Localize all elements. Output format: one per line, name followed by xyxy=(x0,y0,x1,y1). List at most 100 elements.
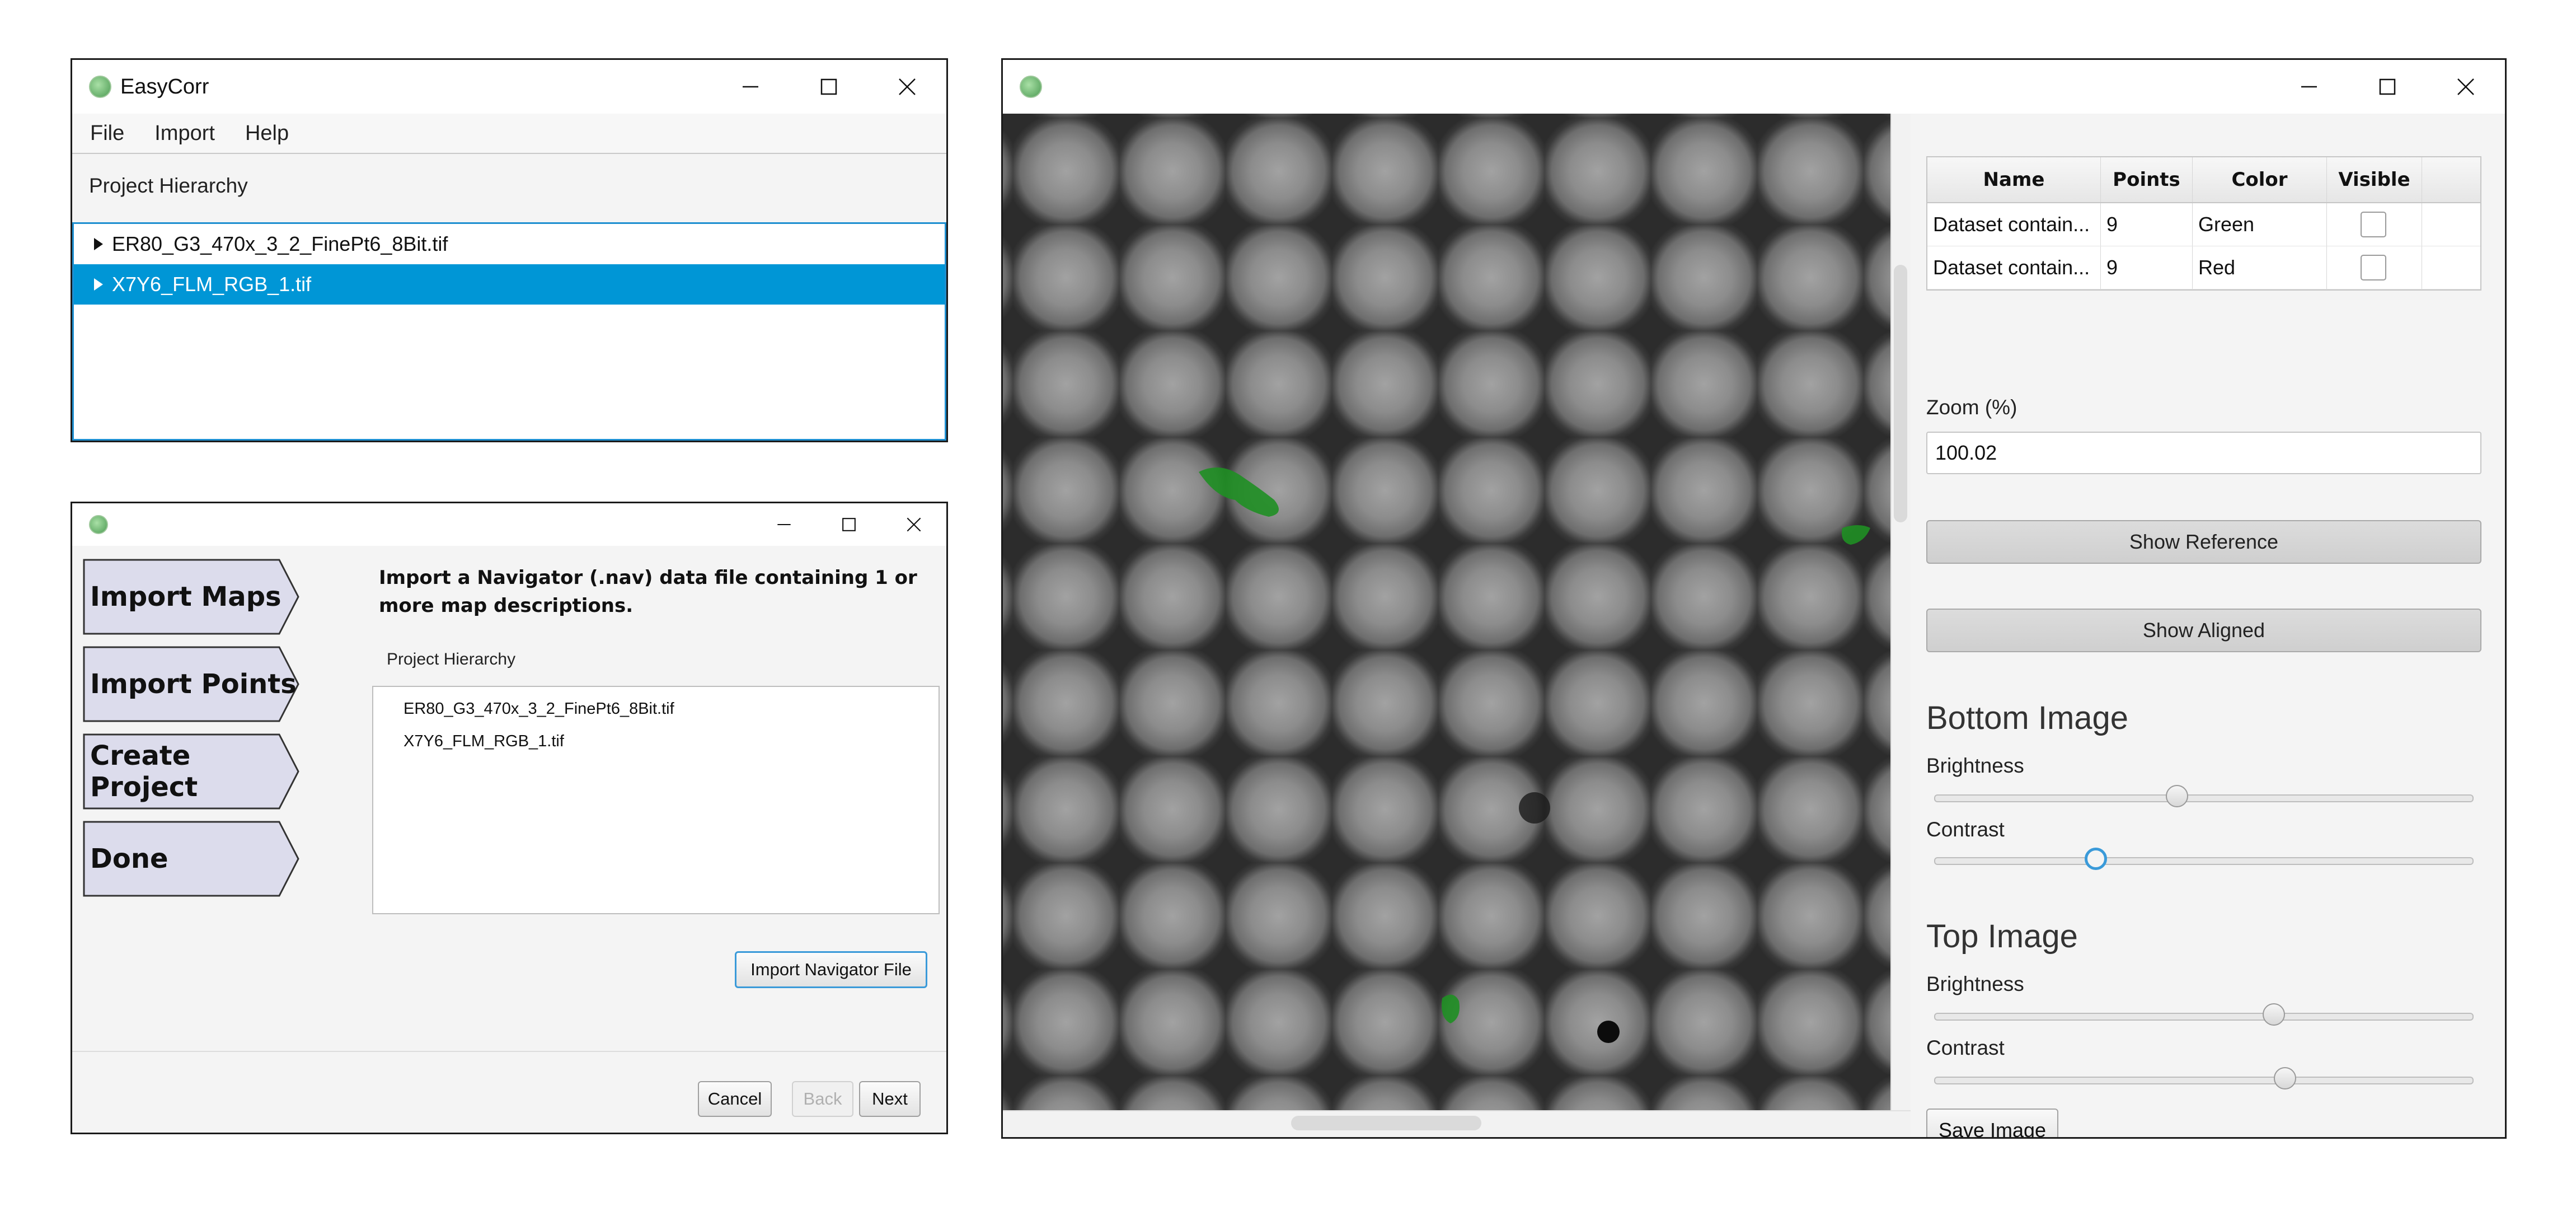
show-aligned-button[interactable]: Show Aligned xyxy=(1926,609,2481,652)
cell-blank xyxy=(2422,203,2480,246)
wizard-steps: Import Maps Import Points Create Project… xyxy=(82,558,301,908)
step-label: Import Maps xyxy=(90,581,281,612)
tree-item[interactable]: ER80_G3_470x_3_2_FinePt6_8Bit.tif xyxy=(74,224,945,264)
datasets-table: Name Points Color Visible Dataset contai… xyxy=(1926,156,2481,291)
bottom-brightness-label: Brightness xyxy=(1926,754,2024,777)
table-row[interactable]: Dataset contain... 9 Red xyxy=(1927,246,2480,289)
vertical-scrollbar[interactable] xyxy=(1890,114,1912,1114)
project-tree[interactable]: ER80_G3_470x_3_2_FinePt6_8Bit.tif X7Y6_F… xyxy=(72,222,946,441)
green-marker xyxy=(1199,467,1279,517)
column-header-visible[interactable]: Visible xyxy=(2327,157,2422,202)
slider-thumb[interactable] xyxy=(2273,1067,2296,1089)
maximize-button[interactable] xyxy=(817,503,881,546)
window-title: EasyCorr xyxy=(120,74,209,99)
cell-name: Dataset contain... xyxy=(1927,203,2101,246)
table-row[interactable]: Dataset contain... 9 Green xyxy=(1927,203,2480,246)
triangle-right-icon[interactable] xyxy=(94,238,103,250)
dark-spot xyxy=(1519,792,1550,824)
title-bar[interactable]: EasyCorr xyxy=(72,60,946,114)
microscopy-image-canvas[interactable] xyxy=(1003,114,1901,1114)
column-header-points[interactable]: Points xyxy=(2101,157,2193,202)
back-button[interactable]: Back xyxy=(792,1081,853,1117)
slider-track[interactable] xyxy=(1934,857,2474,865)
close-button[interactable] xyxy=(2427,60,2505,114)
list-item[interactable]: X7Y6_FLM_RGB_1.tif xyxy=(373,725,939,757)
bottom-brightness-slider[interactable] xyxy=(1934,783,2474,811)
step-label: Import Points xyxy=(90,668,297,700)
cell-name: Dataset contain... xyxy=(1927,246,2101,289)
step-done[interactable]: Done xyxy=(82,820,301,897)
app-logo-icon xyxy=(1020,76,1042,98)
image-viewer-window: Name Points Color Visible Dataset contai… xyxy=(1001,58,2507,1139)
step-create-project[interactable]: Create Project xyxy=(82,733,301,810)
minimize-button[interactable] xyxy=(711,60,790,114)
import-navigator-file-button[interactable]: Import Navigator File xyxy=(735,951,927,988)
slider-track[interactable] xyxy=(1934,1077,2474,1084)
top-brightness-label: Brightness xyxy=(1926,972,2024,995)
slider-track[interactable] xyxy=(1934,794,2474,802)
top-image-heading: Top Image xyxy=(1926,918,2078,955)
cell-visible xyxy=(2327,203,2422,246)
slider-thumb[interactable] xyxy=(2165,785,2188,807)
step-import-points[interactable]: Import Points xyxy=(82,646,301,723)
slider-thumb[interactable] xyxy=(2085,848,2108,870)
cancel-button[interactable]: Cancel xyxy=(698,1081,772,1117)
close-button[interactable] xyxy=(868,60,946,114)
minimize-button[interactable] xyxy=(2270,60,2348,114)
top-brightness-slider[interactable] xyxy=(1934,1002,2474,1030)
table-header: Name Points Color Visible xyxy=(1927,157,2480,203)
maximize-icon xyxy=(2379,78,2396,95)
horizontal-scrollbar[interactable] xyxy=(1003,1110,1911,1136)
project-hierarchy-list[interactable]: ER80_G3_470x_3_2_FinePt6_8Bit.tif X7Y6_F… xyxy=(372,686,940,914)
close-button[interactable] xyxy=(881,503,946,546)
tree-item-label: X7Y6_FLM_RGB_1.tif xyxy=(112,273,312,296)
minimize-icon xyxy=(777,523,791,526)
visible-checkbox[interactable] xyxy=(2361,255,2386,280)
top-contrast-slider[interactable] xyxy=(1934,1065,2474,1093)
close-icon xyxy=(2457,78,2474,95)
save-image-button[interactable]: Save Image xyxy=(1926,1109,2058,1137)
triangle-right-icon[interactable] xyxy=(94,278,103,291)
list-item[interactable]: ER80_G3_470x_3_2_FinePt6_8Bit.tif xyxy=(373,693,939,725)
maximize-icon xyxy=(820,78,837,95)
minimize-icon xyxy=(2301,86,2317,88)
slider-track[interactable] xyxy=(1934,1013,2474,1021)
minimize-icon xyxy=(743,86,758,88)
project-hierarchy-label: Project Hierarchy xyxy=(89,174,248,197)
minimize-button[interactable] xyxy=(752,503,817,546)
project-hierarchy-label: Project Hierarchy xyxy=(387,650,516,668)
divider xyxy=(72,1051,946,1052)
top-contrast-label: Contrast xyxy=(1926,1036,2005,1059)
show-reference-button[interactable]: Show Reference xyxy=(1926,520,2481,564)
tree-item-selected[interactable]: X7Y6_FLM_RGB_1.tif xyxy=(74,264,945,305)
column-header-color[interactable]: Color xyxy=(2193,157,2327,202)
fluorescence-overlay xyxy=(1199,467,1870,1043)
green-marker xyxy=(1442,994,1460,1023)
bottom-contrast-slider[interactable] xyxy=(1934,846,2474,874)
easycorr-main-window: EasyCorr File Import Help Project Hierar… xyxy=(71,58,948,442)
cell-visible xyxy=(2327,246,2422,289)
step-label: Done xyxy=(90,843,168,874)
zoom-input[interactable]: 100.02 xyxy=(1926,432,2481,474)
cell-blank xyxy=(2422,246,2480,289)
menu-bar: File Import Help xyxy=(72,114,946,154)
menu-file[interactable]: File xyxy=(90,121,124,146)
step-import-maps[interactable]: Import Maps xyxy=(82,558,301,635)
title-bar[interactable] xyxy=(72,503,946,546)
title-bar[interactable] xyxy=(1003,60,2505,114)
menu-import[interactable]: Import xyxy=(154,121,215,146)
cell-points: 9 xyxy=(2101,203,2193,246)
maximize-button[interactable] xyxy=(790,60,868,114)
maximize-button[interactable] xyxy=(2348,60,2427,114)
scroll-thumb[interactable] xyxy=(1291,1116,1481,1130)
column-header-blank xyxy=(2422,157,2480,202)
step-label: Create Project xyxy=(90,740,198,803)
visible-checkbox[interactable] xyxy=(2361,212,2386,237)
menu-help[interactable]: Help xyxy=(245,121,289,146)
scroll-thumb[interactable] xyxy=(1894,265,1907,522)
tree-item-label: ER80_G3_470x_3_2_FinePt6_8Bit.tif xyxy=(112,232,448,255)
close-icon xyxy=(899,78,916,95)
next-button[interactable]: Next xyxy=(859,1081,921,1117)
column-header-name[interactable]: Name xyxy=(1927,157,2101,202)
slider-thumb[interactable] xyxy=(2263,1003,2286,1026)
